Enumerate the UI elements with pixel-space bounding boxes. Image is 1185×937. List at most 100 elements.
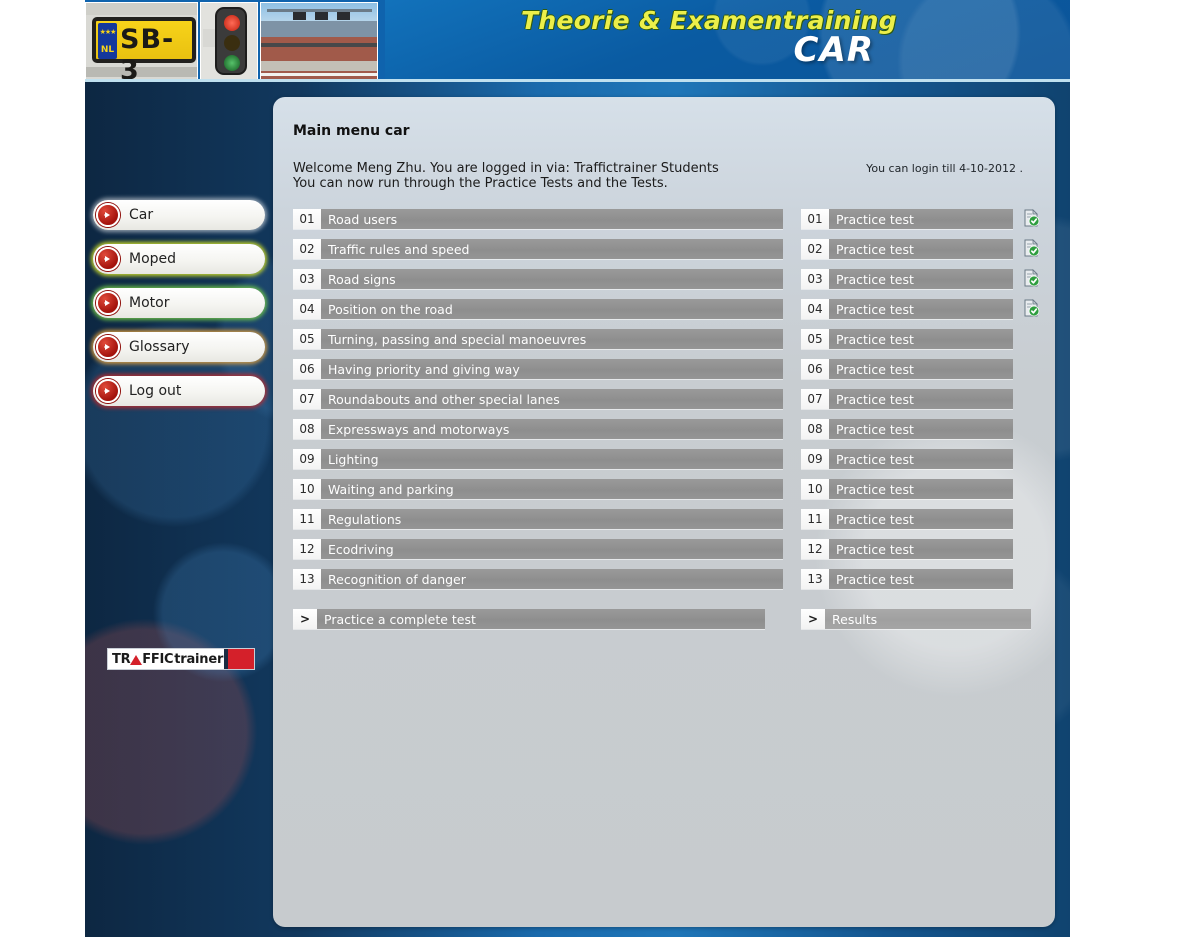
practice-test-number: 12 (801, 539, 829, 559)
topic-number: 02 (293, 239, 321, 259)
practice-test-label: Practice test (829, 479, 1013, 499)
logo-text-traffic: TR FFIC trainer (108, 649, 225, 669)
topic-label: Waiting and parking (321, 479, 783, 499)
page-body: Car Moped Motor Glossary Log out TR FFIC… (85, 82, 1070, 937)
practice-test-row[interactable]: 10 Practice test (801, 479, 1013, 499)
test-completed-icon[interactable] (1023, 209, 1040, 227)
practice-test-row[interactable]: 03 Practice test (801, 269, 1040, 289)
arrow-right-icon (96, 247, 120, 271)
logo-part-tr: TR (112, 651, 131, 667)
topic-row[interactable]: 11 Regulations (293, 509, 783, 529)
topic-label: Road users (321, 209, 783, 229)
chevron-right-icon: > (801, 609, 825, 629)
topic-label: Traffic rules and speed (321, 239, 783, 259)
sidebar-item-label: Moped (129, 251, 177, 267)
topic-number: 04 (293, 299, 321, 319)
practice-test-row[interactable]: 05 Practice test (801, 329, 1013, 349)
highway-bridge-photo (260, 2, 378, 80)
practice-test-number: 10 (801, 479, 829, 499)
results-button[interactable]: > Results (801, 609, 1031, 629)
practice-test-number: 07 (801, 389, 829, 409)
topic-list: 01 Road users 02 Traffic rules and speed 03 R… (293, 209, 1040, 589)
practice-test-label: Practice test (829, 449, 1013, 469)
sidebar-item-car[interactable]: Car (93, 200, 265, 230)
arrow-right-icon (96, 203, 120, 227)
topic-label: Having priority and giving way (321, 359, 783, 379)
practice-test-label: Practice test (829, 239, 1013, 259)
practice-test-row[interactable]: 13 Practice test (801, 569, 1013, 589)
sidebar-item-moped[interactable]: Moped (93, 244, 265, 274)
topic-row[interactable]: 13 Recognition of danger (293, 569, 783, 589)
topic-row[interactable]: 03 Road signs (293, 269, 783, 289)
practice-test-row[interactable]: 01 Practice test (801, 209, 1040, 229)
sidebar-item-label: Motor (129, 295, 170, 311)
header-title-area: Theorie & Examentraining CAR (385, 0, 1070, 82)
practice-test-row[interactable]: 04 Practice test (801, 299, 1040, 319)
practice-test-label: Practice test (829, 509, 1013, 529)
practice-test-row[interactable]: 08 Practice test (801, 419, 1013, 439)
sidebar-item-label: Car (129, 207, 154, 223)
topic-number: 12 (293, 539, 321, 559)
topic-label: Road signs (321, 269, 783, 289)
practice-test-row[interactable]: 07 Practice test (801, 389, 1013, 409)
topic-row[interactable]: 01 Road users (293, 209, 783, 229)
topic-label: Regulations (321, 509, 783, 529)
practice-test-row[interactable]: 09 Practice test (801, 449, 1013, 469)
practice-test-label: Practice test (829, 299, 1013, 319)
topic-label: Roundabouts and other special lanes (321, 389, 783, 409)
topic-row[interactable]: 04 Position on the road (293, 299, 783, 319)
bottom-actions: > Practice a complete test > Results (293, 609, 1033, 631)
traffictrainer-logo: TR FFIC trainer (107, 648, 255, 670)
practice-test-number: 03 (801, 269, 829, 289)
topic-number: 05 (293, 329, 321, 349)
topic-number: 08 (293, 419, 321, 439)
sidebar-item-label: Log out (129, 383, 182, 399)
page-title: Main menu car (293, 123, 410, 139)
warning-triangle-icon (130, 655, 143, 665)
practice-test-row[interactable]: 02 Practice test (801, 239, 1040, 259)
practice-test-number: 02 (801, 239, 829, 259)
eu-band: ★★★ NL (98, 23, 117, 59)
country-code: NL (100, 45, 115, 55)
topic-row[interactable]: 02 Traffic rules and speed (293, 239, 783, 259)
results-label: Results (825, 609, 1031, 629)
test-completed-icon[interactable] (1023, 239, 1040, 257)
topic-label: Ecodriving (321, 539, 783, 559)
sidebar-item-glossary[interactable]: Glossary (93, 332, 265, 362)
practice-test-label: Practice test (829, 329, 1013, 349)
test-completed-icon[interactable] (1023, 269, 1040, 287)
sidebar-item-motor[interactable]: Motor (93, 288, 265, 318)
header-photo-strip: ★★★ NL SB-3 (85, 2, 380, 80)
topic-row[interactable]: 07 Roundabouts and other special lanes (293, 389, 783, 409)
arrow-right-icon (96, 379, 120, 403)
topic-row[interactable]: 10 Waiting and parking (293, 479, 783, 499)
topic-number: 10 (293, 479, 321, 499)
topic-number: 09 (293, 449, 321, 469)
practice-test-label: Practice test (829, 539, 1013, 559)
arrow-sign-icon (203, 29, 215, 47)
topic-number: 13 (293, 569, 321, 589)
practice-test-label: Practice test (829, 359, 1013, 379)
topic-row[interactable]: 09 Lighting (293, 449, 783, 469)
topic-row[interactable]: 05 Turning, passing and special manoeuvre… (293, 329, 783, 349)
header-banner: ★★★ NL SB-3 Theorie & Examentraining CAR (85, 0, 1070, 82)
test-completed-icon[interactable] (1023, 299, 1040, 317)
traffic-light-photo (200, 2, 258, 80)
practice-test-number: 08 (801, 419, 829, 439)
main-content-panel: Main menu car Welcome Meng Zhu. You are … (273, 97, 1055, 927)
login-expiry-text: You can login till 4-10-2012 . (866, 162, 1023, 175)
app-page: ★★★ NL SB-3 Theorie & Examentraining CAR… (0, 0, 1185, 937)
topic-row[interactable]: 06 Having priority and giving way (293, 359, 783, 379)
practice-test-row[interactable]: 12 Practice test (801, 539, 1013, 559)
topic-row[interactable]: 08 Expressways and motorways (293, 419, 783, 439)
topic-number: 11 (293, 509, 321, 529)
practice-test-label: Practice test (829, 209, 1013, 229)
practice-test-row[interactable]: 11 Practice test (801, 509, 1013, 529)
topic-row[interactable]: 12 Ecodriving (293, 539, 783, 559)
sidebar: Car Moped Motor Glossary Log out TR FFIC… (85, 82, 273, 937)
practice-test-number: 11 (801, 509, 829, 529)
practice-complete-test-button[interactable]: > Practice a complete test (293, 609, 765, 629)
practice-test-row[interactable]: 06 Practice test (801, 359, 1013, 379)
sidebar-nav: Car Moped Motor Glossary Log out (93, 200, 265, 420)
sidebar-item-logout[interactable]: Log out (93, 376, 265, 406)
